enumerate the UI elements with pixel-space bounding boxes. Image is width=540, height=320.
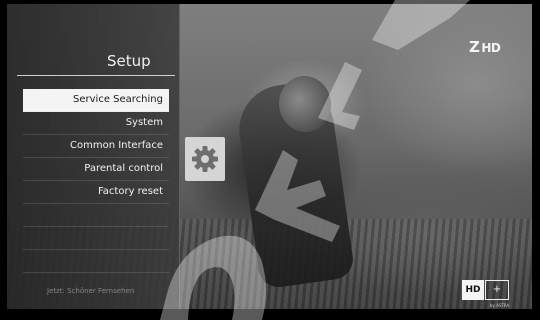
channel-logo-text: HD xyxy=(481,41,501,55)
menu-empty-rows xyxy=(23,204,169,273)
menu-item-common-interface[interactable]: Common Interface xyxy=(23,135,169,158)
tv-screen: Setup Service Searching System Common In… xyxy=(0,0,540,320)
menu-item-system[interactable]: System xyxy=(23,112,169,135)
hdplus-badge: HD + by ASTRA xyxy=(462,280,512,308)
menu-item-service-searching[interactable]: Service Searching xyxy=(23,89,169,112)
menu-empty-row xyxy=(23,227,169,250)
menu-item-factory-reset[interactable]: Factory reset xyxy=(23,181,169,204)
now-playing-text: Jetzt: Schöner Fernsehen xyxy=(47,287,135,295)
channel-logo: Z HD xyxy=(469,38,501,56)
settings-icon-box xyxy=(185,137,225,181)
title-divider xyxy=(17,75,175,76)
hdplus-hd: HD xyxy=(462,280,484,300)
gear-icon xyxy=(192,146,218,172)
setup-menu: Service Searching System Common Interfac… xyxy=(23,89,169,204)
menu-empty-row xyxy=(23,204,169,227)
hdplus-plus: + xyxy=(485,280,509,300)
hdplus-astra-text: by ASTRA xyxy=(490,303,510,308)
channel-logo-symbol: Z xyxy=(469,38,480,56)
video-background: Setup Service Searching System Common In… xyxy=(7,4,532,309)
setup-panel: Setup Service Searching System Common In… xyxy=(7,4,180,309)
menu-empty-row xyxy=(23,250,169,273)
menu-item-parental-control[interactable]: Parental control xyxy=(23,158,169,181)
page-title: Setup xyxy=(107,52,151,70)
